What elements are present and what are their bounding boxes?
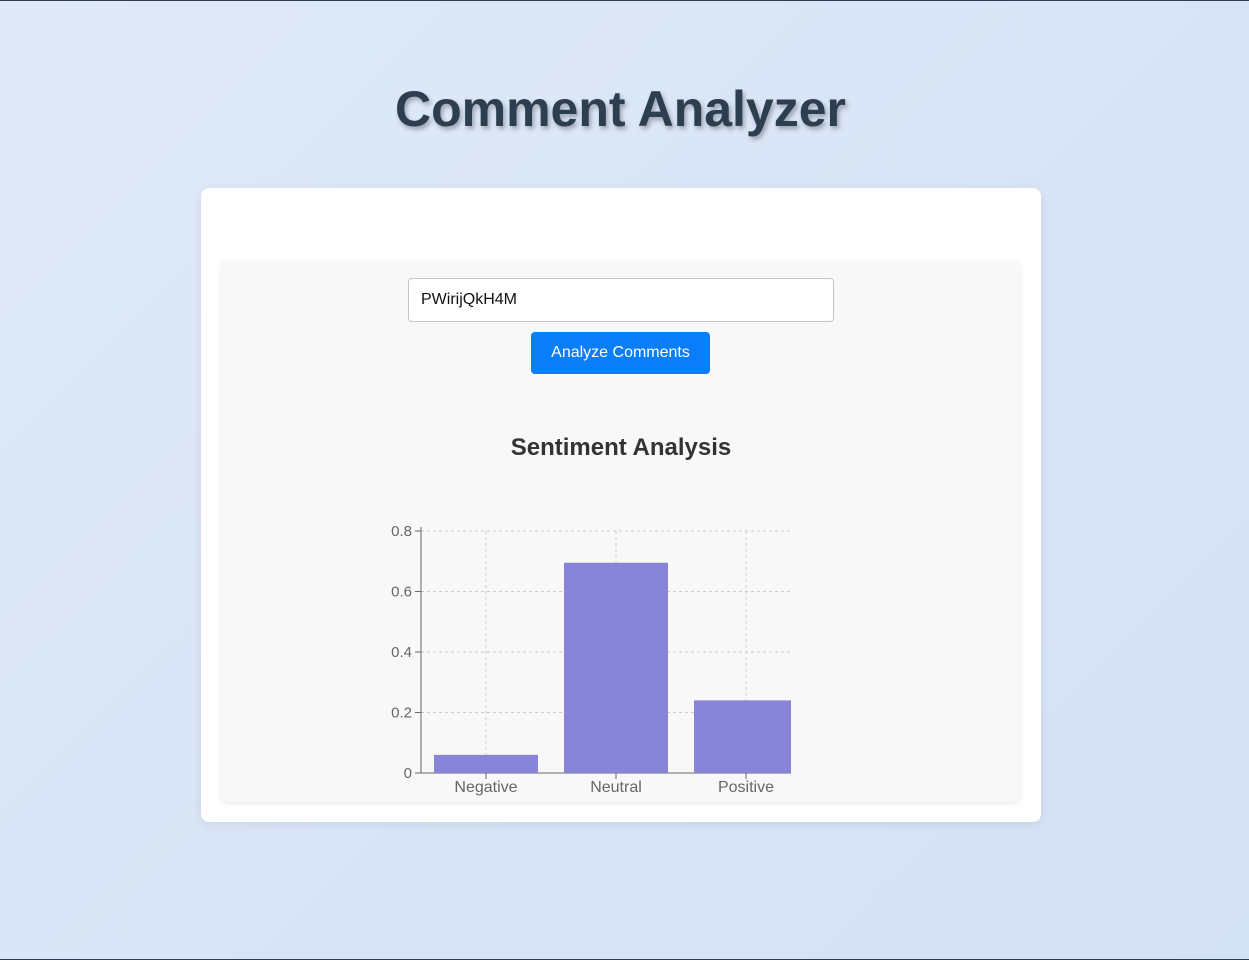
- video-id-input[interactable]: [408, 278, 834, 322]
- y-tick-label: 0.2: [391, 705, 412, 722]
- analysis-panel: Analyze Comments Sentiment Analysis 0 0.2…: [221, 260, 1021, 802]
- sentiment-bar-chart: 00.20.40.60.8NegativeNeutralPositive val…: [391, 523, 791, 796]
- page-title: Comment Analyzer: [394, 81, 847, 137]
- bar-negative: [434, 754, 538, 773]
- analyzer-card: Analyze Comments Sentiment Analysis 0 0.2…: [201, 188, 1041, 822]
- analyze-comments-button[interactable]: Analyze Comments: [531, 332, 710, 374]
- y-tick-label: 0.6: [391, 584, 412, 601]
- chart-title: Sentiment Analysis: [510, 434, 732, 461]
- y-tick-label: 0.4: [391, 644, 412, 661]
- y-tick-label: 0.8: [391, 523, 412, 540]
- y-tick-label: 0: [404, 765, 412, 782]
- x-tick-label: Negative: [454, 779, 517, 796]
- bar-neutral: [564, 562, 668, 773]
- bar-positive: [694, 700, 791, 773]
- x-tick-label: Neutral: [590, 779, 642, 796]
- x-tick-label: Positive: [718, 779, 774, 796]
- chart-bars: [434, 562, 791, 773]
